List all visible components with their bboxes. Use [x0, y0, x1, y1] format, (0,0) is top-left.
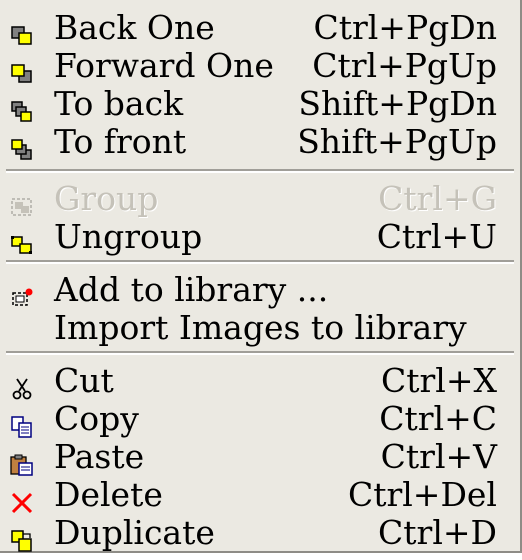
- group-icon: [10, 188, 34, 216]
- menu-item-copy[interactable]: Copy Ctrl+C: [0, 400, 520, 438]
- menu-item-shortcut: Ctrl+X: [381, 361, 497, 400]
- menu-item-label: To back: [54, 84, 184, 123]
- delete-icon: [10, 484, 34, 514]
- menu-item-shortcut: Ctrl+V: [380, 437, 497, 476]
- menu-item-shortcut: Ctrl+PgUp: [312, 46, 497, 85]
- menu-item-label: Cut: [54, 361, 114, 400]
- menu-separator: [6, 169, 514, 173]
- menu-item-shortcut: Ctrl+PgDn: [313, 8, 497, 47]
- menu-item-label: Paste: [54, 437, 145, 476]
- menu-item-paste[interactable]: Paste Ctrl+V: [0, 438, 520, 476]
- menu-item-forward-one[interactable]: Forward One Ctrl+PgUp: [0, 47, 520, 85]
- menu-item-back-one[interactable]: Back One Ctrl+PgDn: [0, 9, 520, 47]
- menu-item-shortcut: Shift+PgDn: [298, 84, 497, 123]
- menu-item-cut[interactable]: Cut Ctrl+X: [0, 362, 520, 400]
- menu-item-duplicate[interactable]: Duplicate Ctrl+D: [0, 514, 520, 552]
- menu-item-shortcut: Ctrl+U: [376, 217, 497, 256]
- add-to-library-icon: [10, 279, 34, 306]
- context-menu: Back One Ctrl+PgDn Forward One Ctrl+PgUp…: [0, 0, 522, 553]
- menu-item-label: Delete: [54, 475, 163, 514]
- menu-item-label: Back One: [54, 8, 215, 47]
- menu-item-label: Forward One: [54, 46, 274, 85]
- menu-item-add-to-library[interactable]: Add to library ...: [0, 271, 520, 309]
- menu-item-label: Duplicate: [54, 513, 215, 552]
- copy-icon: [10, 408, 34, 438]
- menu-item-to-front[interactable]: To front Shift+PgUp: [0, 123, 520, 161]
- to-front-icon: [10, 131, 34, 160]
- menu-item-ungroup[interactable]: Ungroup Ctrl+U: [0, 218, 520, 256]
- back-one-icon: [10, 17, 34, 45]
- menu-item-shortcut: Ctrl+C: [379, 399, 497, 438]
- menu-item-label: Import Images to library: [54, 308, 467, 347]
- menu-separator: [6, 260, 514, 264]
- menu-item-delete[interactable]: Delete Ctrl+Del: [0, 476, 520, 514]
- menu-item-import-images[interactable]: Import Images to library: [0, 309, 520, 347]
- menu-item-label: Copy: [54, 399, 139, 438]
- menu-item-to-back[interactable]: To back Shift+PgDn: [0, 85, 520, 123]
- menu-item-label: Ungroup: [54, 217, 203, 256]
- to-back-icon: [10, 93, 34, 122]
- menu-item-shortcut: Shift+PgUp: [297, 122, 497, 161]
- menu-item-label: Group: [54, 179, 159, 218]
- menu-separator: [6, 351, 514, 355]
- paste-icon: [10, 446, 34, 476]
- menu-item-label: To front: [54, 122, 187, 161]
- menu-item-group[interactable]: Group Ctrl+G: [0, 180, 520, 218]
- ungroup-icon: [10, 226, 34, 254]
- scissors-icon: [10, 370, 34, 400]
- menu-item-shortcut: Ctrl+D: [378, 513, 497, 552]
- duplicate-icon: [10, 522, 34, 552]
- menu-item-shortcut: Ctrl+G: [378, 179, 497, 218]
- forward-one-icon: [10, 55, 34, 83]
- menu-item-label: Add to library ...: [54, 270, 329, 309]
- menu-item-shortcut: Ctrl+Del: [347, 475, 497, 514]
